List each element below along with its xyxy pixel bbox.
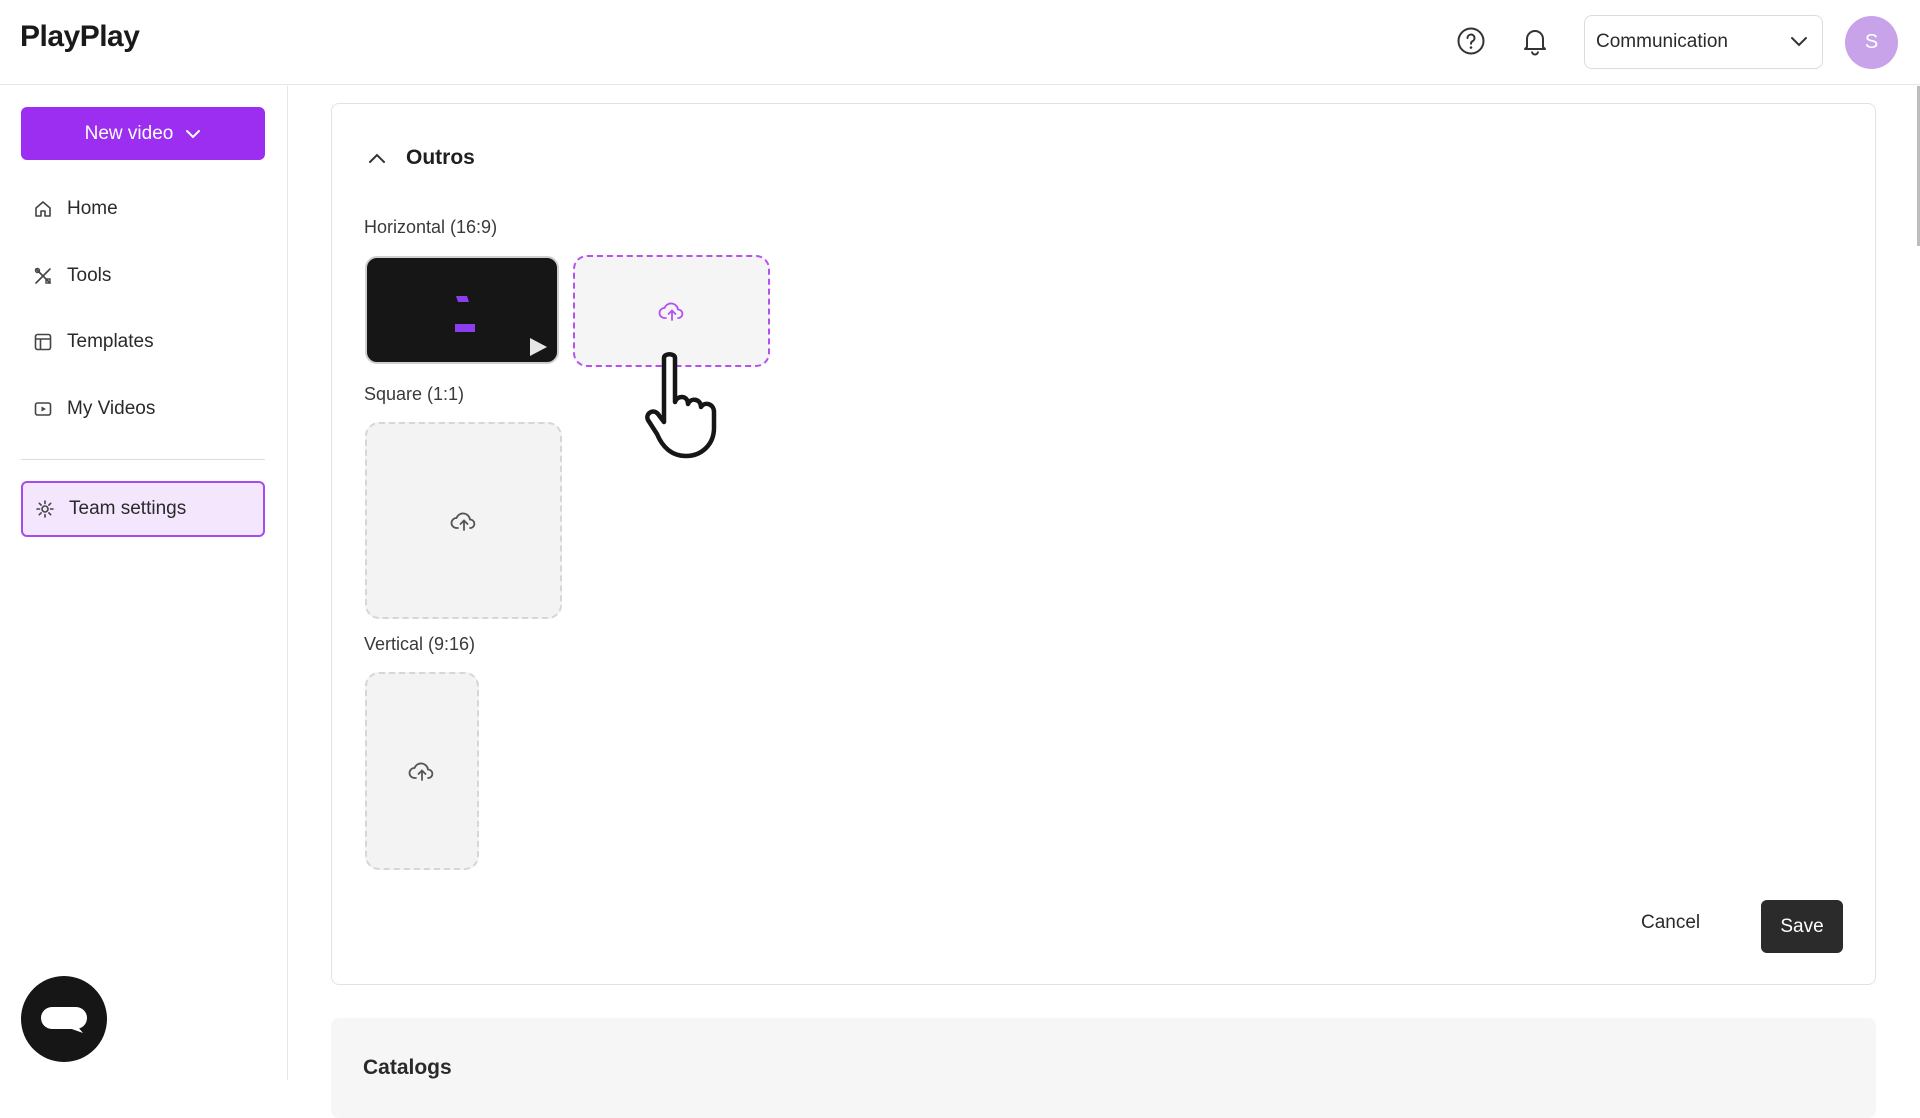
format-label-horizontal: Horizontal (16:9) xyxy=(364,217,498,237)
help-icon[interactable] xyxy=(1456,26,1486,56)
sidebar-divider xyxy=(21,459,265,460)
upload-slot-square[interactable] xyxy=(365,422,562,619)
chevron-down-icon xyxy=(1791,37,1807,47)
outro-video-thumbnail[interactable] xyxy=(365,256,559,364)
new-video-button[interactable]: New video xyxy=(21,107,265,160)
cancel-button[interactable]: Cancel xyxy=(1641,912,1700,934)
cloud-upload-icon xyxy=(658,302,683,321)
sidebar-item-label: Templates xyxy=(67,331,154,352)
avatar[interactable]: S xyxy=(1845,16,1898,69)
format-label-square: Square (1:1) xyxy=(364,384,465,404)
save-button[interactable]: Save xyxy=(1761,900,1843,953)
home-icon xyxy=(35,201,51,217)
catalogs-panel: Catalogs xyxy=(331,1018,1876,1118)
sidebar-item-label: My Videos xyxy=(67,398,156,419)
sidebar-item-home[interactable]: Home xyxy=(21,186,265,232)
chevron-down-icon xyxy=(186,129,201,138)
team-select[interactable]: Communication xyxy=(1584,15,1823,69)
app-logo[interactable]: PlayPlay xyxy=(20,20,140,54)
sidebar: New video Home Tools Templates My Videos… xyxy=(0,86,288,1080)
upload-slot-horizontal[interactable] xyxy=(573,255,770,367)
catalogs-section-title[interactable]: Catalogs xyxy=(363,1056,452,1080)
sidebar-item-team-settings[interactable]: Team settings xyxy=(21,481,265,537)
sidebar-item-label: Tools xyxy=(67,265,112,286)
outros-section-toggle[interactable]: Outros xyxy=(368,146,475,170)
notification-bell-icon[interactable] xyxy=(1520,26,1550,56)
chevron-up-icon xyxy=(369,153,385,163)
sidebar-item-tools[interactable]: Tools xyxy=(21,253,265,299)
templates-icon xyxy=(34,333,52,351)
my-videos-icon xyxy=(34,402,52,416)
team-select-value: Communication xyxy=(1596,31,1728,52)
format-label-vertical: Vertical (9:16) xyxy=(364,634,476,654)
section-title: Outros xyxy=(406,146,475,169)
sidebar-item-label: Home xyxy=(67,198,118,219)
cloud-upload-icon xyxy=(408,762,434,781)
outro-preview-graphic xyxy=(455,296,547,356)
tools-icon xyxy=(34,267,51,284)
outros-panel: Outros Horizontal (16:9) Square (1:1) Ve… xyxy=(331,103,1876,985)
gear-icon xyxy=(36,500,54,518)
sidebar-item-label: Team settings xyxy=(69,498,187,519)
top-header: PlayPlay Communication S xyxy=(0,0,1920,85)
upload-slot-vertical[interactable] xyxy=(365,672,479,870)
chat-support-button[interactable] xyxy=(21,976,107,1062)
cloud-upload-icon xyxy=(450,512,475,531)
chat-icon xyxy=(41,1007,87,1033)
sidebar-item-templates[interactable]: Templates xyxy=(21,319,265,365)
new-video-label: New video xyxy=(84,122,174,144)
sidebar-item-my-videos[interactable]: My Videos xyxy=(21,386,265,432)
